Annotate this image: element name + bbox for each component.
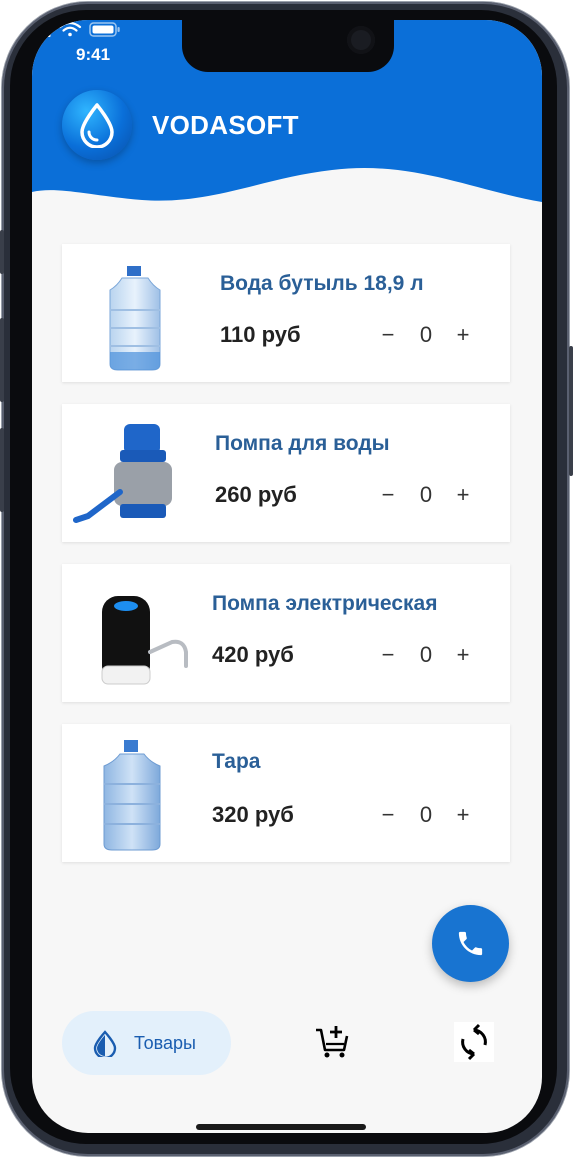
drop-icon (93, 1030, 117, 1057)
water-pump-image (73, 424, 172, 523)
nav-item-products[interactable]: Товары (62, 1011, 231, 1075)
signal-icon (32, 22, 51, 37)
cart-add-icon[interactable] (314, 1024, 350, 1060)
increase-button[interactable]: + (451, 642, 475, 668)
water-drop-logo-icon (80, 103, 114, 148)
empty-bottle-image (103, 740, 161, 851)
product-price: 110 руб (220, 322, 301, 347)
product-card[interactable]: Тара 320 руб − 0 + (62, 724, 510, 862)
volume-up-button (0, 318, 4, 402)
mute-switch (0, 230, 4, 274)
decrease-button[interactable]: − (376, 802, 400, 828)
increase-button[interactable]: + (451, 482, 475, 508)
product-title: Тара (212, 750, 261, 773)
quantity-value: 0 (419, 322, 433, 347)
product-price: 260 руб (215, 482, 297, 507)
status-icons (32, 21, 120, 37)
quantity-value: 0 (419, 802, 433, 827)
product-title: Вода бутыль 18,9 л (220, 272, 424, 295)
quantity-value: 0 (419, 482, 433, 507)
app-logo (62, 90, 132, 160)
decrease-button[interactable]: − (376, 322, 400, 348)
increase-button[interactable]: + (451, 802, 475, 828)
volume-down-button (0, 428, 4, 512)
front-camera (347, 26, 375, 54)
product-card[interactable]: Помпа электрическая 420 руб − 0 + (62, 564, 510, 702)
phone-icon (458, 931, 483, 956)
status-time: 9:41 (76, 45, 111, 64)
call-button[interactable] (432, 905, 509, 982)
increase-button[interactable]: + (451, 322, 475, 348)
product-price: 420 руб (212, 642, 294, 667)
app-screen: 9:41 VODASOFT Вода бутыль 18,9 л 110 руб… (32, 20, 542, 1133)
quantity-value: 0 (419, 642, 433, 667)
battery-icon (89, 22, 120, 37)
product-card[interactable]: Вода бутыль 18,9 л 110 руб − 0 + (62, 244, 510, 382)
product-card[interactable]: Помпа для воды 260 руб − 0 + (62, 404, 510, 542)
product-title: Помпа электрическая (212, 592, 438, 615)
wifi-icon (58, 21, 82, 37)
notch (182, 20, 394, 72)
decrease-button[interactable]: − (376, 642, 400, 668)
home-indicator[interactable] (196, 1124, 366, 1130)
decrease-button[interactable]: − (376, 482, 400, 508)
nav-item-label: Товары (134, 1033, 196, 1053)
product-price: 320 руб (212, 802, 294, 827)
electric-pump-image (101, 596, 188, 685)
app-title: VODASOFT (152, 110, 299, 140)
power-button (569, 346, 573, 476)
product-title: Помпа для воды (215, 432, 390, 455)
app-header: 9:41 VODASOFT (32, 20, 542, 225)
refresh-icon[interactable] (454, 1022, 494, 1062)
water-bottle-image (109, 266, 161, 371)
